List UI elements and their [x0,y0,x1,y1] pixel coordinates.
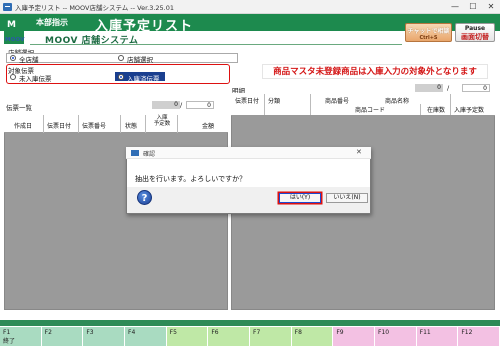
function-key-name: F1 [3,329,11,336]
function-key-f11[interactable]: F11 [416,327,459,346]
detail-slash: / [447,84,450,92]
col-detail-planned-qty[interactable]: 入庫予定数 [454,105,484,114]
function-key-f10[interactable]: F10 [375,327,417,346]
detail-count: 0 [415,84,443,92]
logo-letter: M [7,20,16,30]
header-divider [30,44,402,45]
chat-consult-button[interactable]: チャットで相談 Ctrl+S [405,23,452,42]
radio-select-store[interactable] [118,55,124,61]
function-key-label: 終了 [3,338,16,345]
col-detail-slip-date[interactable]: 伝票日付 [235,96,259,105]
function-key-f5[interactable]: F5 [166,327,209,346]
function-key-f12[interactable]: F12 [458,327,500,346]
col-created-date[interactable]: 作成日 [14,121,32,130]
radio-select-store-label: 店舗選択 [127,56,153,64]
column-divider [177,115,178,133]
function-key-f4[interactable]: F4 [125,327,167,346]
radio-unreceived-label: 未入庫伝票 [19,75,52,83]
col-product-number[interactable]: 商品番号 [325,96,349,105]
yes-button[interactable]: はい(Y) [279,193,321,203]
dialog-close-button[interactable]: ✕ [356,148,362,156]
header-label: 本部指示 [36,18,68,27]
column-divider [145,115,146,133]
pause-key-label: Pause [464,25,486,32]
page-title: 入庫予定リスト [95,19,194,34]
warning-message: 商品マスタ未登録商品は入庫入力の対象外となります [262,64,488,79]
column-divider [78,115,79,133]
function-key-f8[interactable]: F8 [291,327,334,346]
column-divider [450,94,451,115]
close-button[interactable]: ✕ [484,1,498,13]
function-key-f6[interactable]: F6 [208,327,250,346]
function-key-f3[interactable]: F3 [83,327,125,346]
function-key-name: F8 [294,329,302,336]
function-key-name: F5 [169,329,177,336]
maximize-button[interactable]: ☐ [466,1,480,13]
function-key-name: F9 [336,329,344,336]
app-icon [3,3,12,11]
screen-switch-label: 画面切替 [461,33,489,41]
col-status[interactable]: 状態 [125,121,137,130]
logo-text: MOOV [5,37,25,43]
function-key-f9[interactable]: F9 [333,327,375,346]
function-key-f2[interactable]: F2 [41,327,84,346]
function-key-f1[interactable]: F1 終了 [0,327,42,346]
col-slip-date[interactable]: 伝票日付 [47,121,71,130]
column-divider [120,115,121,133]
col-slip-number[interactable]: 伝票番号 [82,121,106,130]
col-product-code[interactable]: 商品コード [355,105,385,114]
dialog-app-icon [131,150,139,156]
window-title: 入庫予定リスト -- MOOV店舗システム -- Ver.3.25.01 [15,4,175,12]
function-key-strip [0,320,500,326]
col-planned-qty[interactable]: 入庫 予定数 [149,115,175,127]
radio-all-stores-label: 全店舗 [19,56,39,64]
minimize-button[interactable]: — [448,1,462,13]
function-key-name: F4 [128,329,136,336]
function-key-name: F2 [44,329,52,336]
dialog-title: 確認 [143,151,156,158]
function-key-name: F11 [419,329,431,336]
col-planned-qty-line2: 予定数 [153,121,171,127]
dialog-titlebar [126,147,371,159]
chat-button-shortcut: Ctrl+S [419,35,438,41]
slip-list-count: 0 [152,101,180,109]
column-divider [420,104,421,115]
function-key-name: F3 [86,329,94,336]
col-amount[interactable]: 金額 [202,121,214,130]
radio-unreceived-slips[interactable] [10,74,16,80]
function-key-name: F7 [253,329,261,336]
column-divider [264,94,265,115]
dialog-message: 抽出を行います。よろしいですか？ [135,175,247,183]
detail-total: 0 [462,84,490,92]
col-stock-qty[interactable]: 在庫数 [427,105,445,114]
function-key-f7[interactable]: F7 [250,327,292,346]
slip-list-slash: / [180,101,183,109]
col-category[interactable]: 分類 [268,96,280,105]
col-product-name[interactable]: 商品名称 [385,96,409,105]
radio-received-label: 入庫済伝票 [127,75,160,83]
slip-list-total: 0 [186,101,214,109]
function-key-name: F10 [378,329,390,336]
slip-list-header [4,111,228,133]
chat-button-label: チャットで相談 [407,28,450,35]
function-key-name: F6 [211,329,219,336]
screen-switch-button[interactable]: Pause 画面切替 [455,23,495,42]
question-icon: ? [137,190,152,205]
column-divider [310,94,311,115]
radio-received-slips[interactable] [118,74,124,80]
column-divider [43,115,44,133]
radio-all-stores[interactable] [10,55,16,61]
function-key-name: F12 [461,329,473,336]
no-button[interactable]: いいえ(N) [326,193,368,203]
